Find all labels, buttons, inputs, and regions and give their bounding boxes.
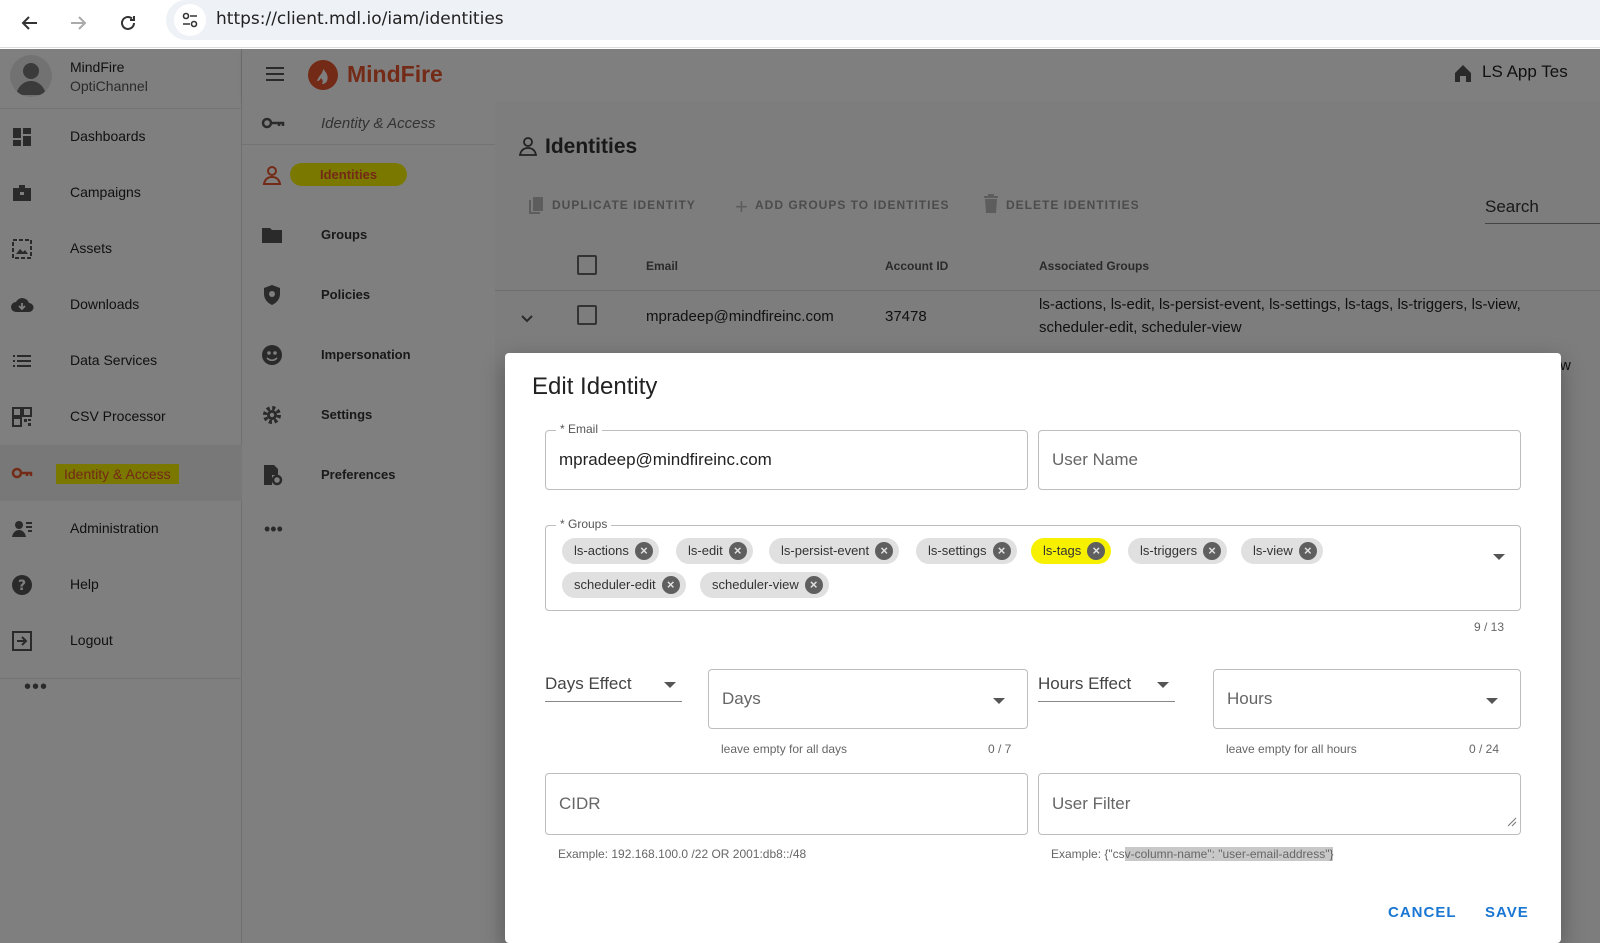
cidr-field[interactable]: CIDR [545,773,1028,835]
dropdown-arrow-icon[interactable] [1493,554,1505,560]
edit-identity-dialog: Edit Identity * Email mpradeep@mindfirei… [505,353,1561,943]
remove-chip-icon[interactable]: × [634,542,653,560]
dropdown-arrow-icon [664,682,676,688]
group-chip: ls-persist-event × [769,538,900,564]
days-select[interactable]: Days [708,669,1028,729]
remove-chip-icon[interactable]: × [1203,542,1222,560]
hours-select[interactable]: Hours [1213,669,1521,729]
remove-chip-icon[interactable]: × [728,542,747,560]
hours-placeholder: Hours [1227,689,1273,708]
username-field[interactable]: User Name [1038,430,1521,490]
days-counter: 0 / 7 [988,742,1012,756]
address-bar[interactable]: https://client.mdl.io/iam/identities [166,0,1600,40]
url-text[interactable]: https://client.mdl.io/iam/identities [216,9,504,29]
group-chip: ls-edit × [676,538,753,564]
hours-effect-label: Hours Effect [1038,674,1132,693]
groups-counter: 9 / 13 [1474,620,1505,634]
dropdown-arrow-icon [1486,698,1498,704]
email-field[interactable]: * Email mpradeep@mindfireinc.com [545,422,1028,490]
remove-chip-icon[interactable]: × [804,576,823,594]
browser-toolbar: https://client.mdl.io/iam/identities [0,0,1600,48]
days-effect-label: Days Effect [545,674,632,693]
groups-field[interactable]: * Groups ls-actions × ls-edit × ls-persist… [545,517,1521,611]
chip-label: ls-persist-event [781,543,870,558]
hours-counter: 0 / 24 [1469,742,1500,756]
cidr-helper: Example: 192.168.100.0 /22 OR 2001:db8::… [558,847,807,861]
group-chip: ls-tags × [1031,538,1112,564]
chip-label: scheduler-view [712,577,799,592]
chip-label: ls-edit [688,543,723,558]
days-effect-select[interactable]: Days Effect [545,668,682,702]
reload-icon[interactable] [111,6,145,40]
chip-label: ls-triggers [1140,543,1198,558]
forward-icon[interactable] [61,6,95,40]
group-chip: ls-actions × [562,538,659,564]
back-icon[interactable] [13,6,47,40]
user-filter-field[interactable]: User Filter [1038,773,1521,835]
chip-label: ls-tags [1043,543,1082,558]
site-settings-icon[interactable] [174,4,206,36]
days-helper: leave empty for all days [721,742,848,756]
cidr-placeholder: CIDR [559,794,601,813]
chip-label: ls-view [1253,543,1293,558]
email-label: * Email [556,422,603,436]
days-placeholder: Days [722,689,761,708]
dropdown-arrow-icon [993,698,1005,704]
remove-chip-icon[interactable]: × [1087,542,1106,560]
group-chip: scheduler-edit × [562,572,686,598]
remove-chip-icon[interactable]: × [875,542,894,560]
groups-label: * Groups [556,517,612,531]
chip-label: scheduler-edit [574,577,656,592]
hours-effect-select[interactable]: Hours Effect [1038,668,1175,702]
user-filter-helper: Example: {"csv-column-name": "user-email… [1051,847,1334,861]
group-chip: ls-view × [1241,538,1323,564]
remove-chip-icon[interactable]: × [992,542,1011,560]
group-chip: ls-triggers × [1128,538,1228,564]
helper-highlighted: v-column-name": "user-email-address"} [1124,847,1334,861]
resize-handle-icon[interactable] [1507,814,1517,832]
group-chip: ls-settings × [916,538,1017,564]
chip-label: ls-settings [928,543,987,558]
remove-chip-icon[interactable]: × [1298,542,1317,560]
cancel-button[interactable]: CANCEL [1388,904,1457,921]
user-filter-placeholder: User Filter [1052,794,1131,813]
save-button[interactable]: SAVE [1485,904,1529,921]
hours-helper: leave empty for all hours [1226,742,1357,756]
chip-label: ls-actions [574,543,629,558]
dialog-title: Edit Identity [532,373,658,400]
helper-prefix: Example: {"cs [1051,847,1125,861]
remove-chip-icon[interactable]: × [661,576,680,594]
username-placeholder: User Name [1052,450,1138,469]
email-value: mpradeep@mindfireinc.com [559,450,772,469]
group-chip: scheduler-view × [700,572,829,598]
dropdown-arrow-icon [1157,682,1169,688]
